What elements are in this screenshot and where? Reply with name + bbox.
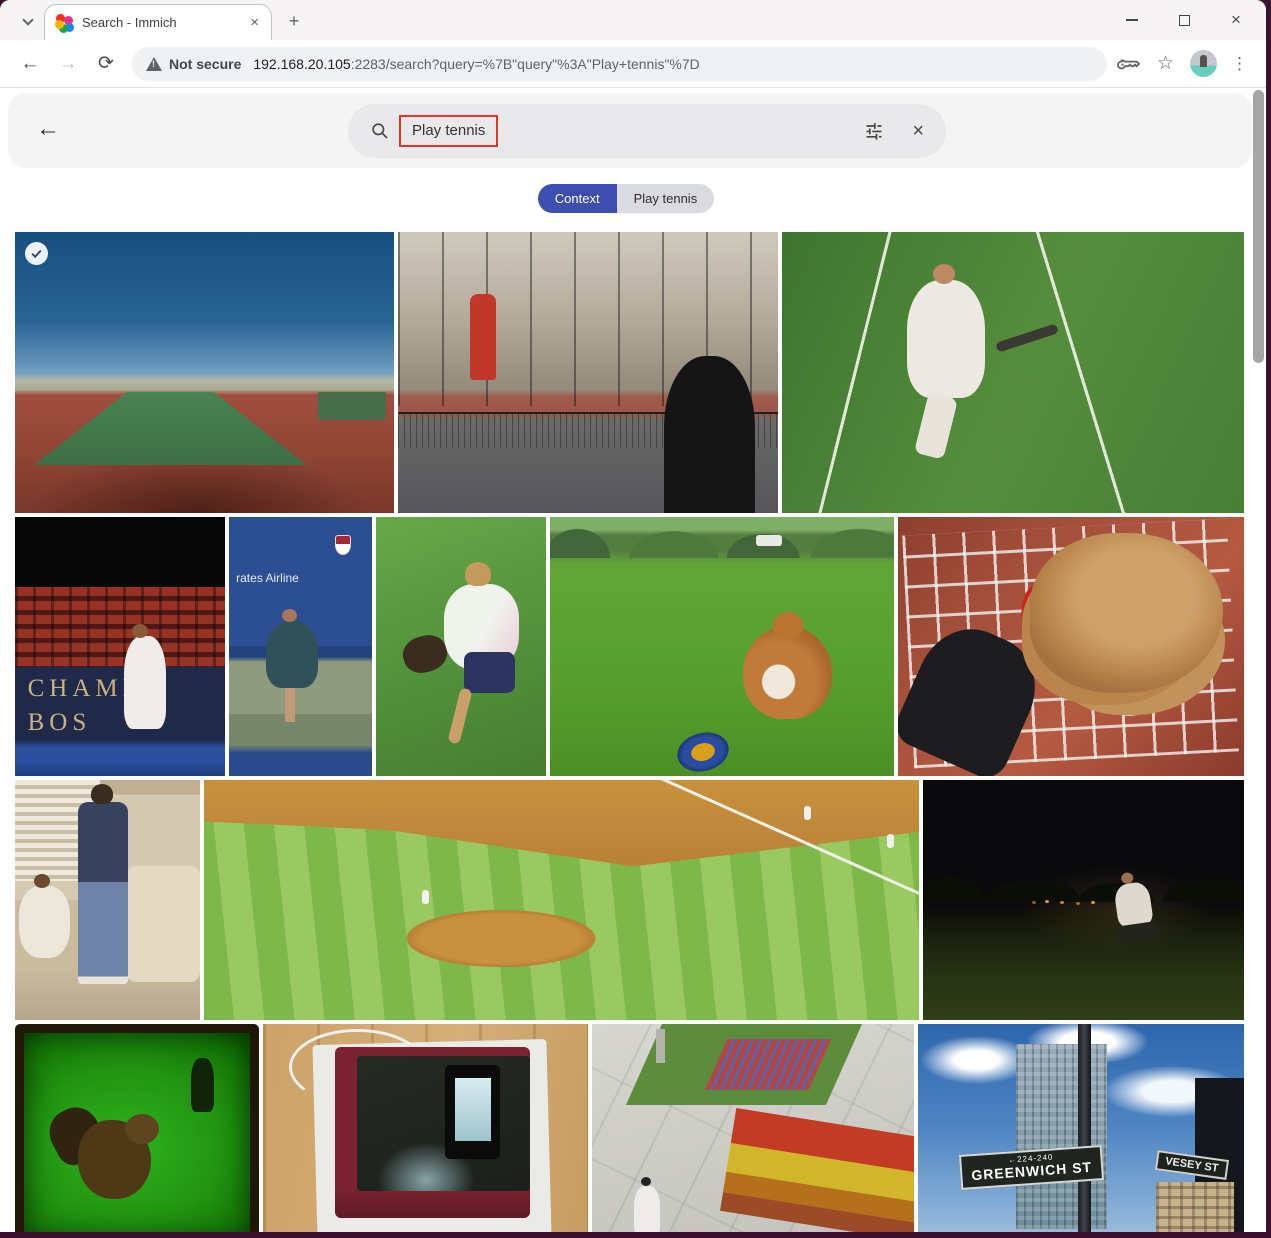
- person-in-red-shape: [470, 294, 496, 380]
- tab-title: Search - Immich: [82, 15, 248, 30]
- sign-pole-shape: [1078, 1024, 1091, 1232]
- photo-row: CHAMPI BOS rates Airline: [15, 517, 1244, 776]
- legs-shape: [448, 687, 473, 744]
- photo-street-signs[interactable]: VESEY ST ←224-240 GREENWICH ST: [918, 1024, 1244, 1232]
- profile-avatar[interactable]: [1190, 50, 1217, 77]
- filter-tune-icon[interactable]: [864, 121, 884, 141]
- racket-shape: [995, 324, 1059, 353]
- page-scrollbar[interactable]: [1253, 90, 1264, 363]
- reload-button[interactable]: ⟳: [90, 48, 122, 80]
- tab-close-icon[interactable]: ×: [248, 14, 261, 31]
- stone-pillar-shape: [656, 1029, 665, 1063]
- search-header-panel: ← Play tennis ×: [8, 93, 1252, 168]
- photo-tennis-courts[interactable]: [15, 232, 394, 513]
- search-query-text[interactable]: Play tennis: [399, 115, 498, 147]
- flower-beds-shape: [720, 1108, 914, 1232]
- phone-screen-shape: [455, 1078, 491, 1141]
- photo-teddy-on-grass[interactable]: [15, 1024, 259, 1232]
- immich-logo-icon: [55, 14, 73, 32]
- photo-baseball-field[interactable]: [204, 780, 919, 1020]
- bookmark-star-icon[interactable]: ☆: [1157, 52, 1174, 75]
- photo-grass-court-player[interactable]: [782, 232, 1244, 513]
- standing-man-shape: [78, 802, 128, 984]
- dog-shape: [743, 626, 832, 719]
- window-controls: ×: [1120, 6, 1248, 34]
- search-results-grid: CHAMPI BOS rates Airline: [15, 232, 1244, 1232]
- player-shape: [266, 621, 317, 688]
- page-back-button[interactable]: ←: [36, 115, 60, 143]
- tree-line-shape: [550, 517, 894, 558]
- password-key-icon[interactable]: [1117, 52, 1141, 76]
- usb-cable-shape: [289, 1029, 426, 1106]
- infield-dirt-shape: [204, 780, 919, 866]
- toggle-play-tennis[interactable]: Play tennis: [617, 184, 715, 213]
- person-in-hoodie-shape: [664, 356, 755, 513]
- tab-search-button[interactable]: [14, 8, 44, 34]
- frisbee-shape: [673, 727, 733, 776]
- court-surface-shape: [318, 392, 386, 420]
- photo-row: VESEY ST ←224-240 GREENWICH ST: [15, 1024, 1244, 1232]
- browser-menu-icon[interactable]: ⋮: [1227, 54, 1252, 74]
- pitchers-mound-shape: [390, 905, 612, 972]
- search-mode-toggle: Context Play tennis: [0, 184, 1252, 213]
- couch-shape: [126, 866, 200, 981]
- selected-check-icon[interactable]: [25, 242, 48, 265]
- photo-living-room[interactable]: [15, 780, 200, 1020]
- sponsor-wall-text: rates Airline: [236, 571, 299, 585]
- warning-icon: !: [146, 57, 162, 71]
- url-text: 192.168.20.105:2283/search?query=%7B"que…: [253, 56, 699, 72]
- photo-poodle-in-rack[interactable]: [898, 517, 1244, 776]
- person-shape: [634, 1186, 660, 1232]
- search-icon: [370, 121, 390, 141]
- avatar-figure: [1200, 55, 1207, 67]
- photo-plaza-flowerbeds[interactable]: [592, 1024, 914, 1232]
- player-shape: [124, 636, 166, 729]
- player-legs-shape: [914, 392, 958, 459]
- court-surface-shape: [34, 392, 307, 465]
- car-shape: [756, 535, 782, 546]
- clear-search-icon[interactable]: ×: [912, 120, 924, 143]
- close-window-button[interactable]: ×: [1224, 8, 1248, 32]
- photo-blue-wall-player[interactable]: rates Airline: [229, 517, 372, 776]
- photo-dog-in-field[interactable]: [550, 517, 894, 776]
- photo-night-field[interactable]: [923, 780, 1244, 1020]
- beige-building-shape: [1156, 1182, 1234, 1233]
- stadium-seats-shape: [15, 587, 225, 667]
- minimize-button[interactable]: [1120, 8, 1144, 32]
- small-figure-shape: [191, 1058, 214, 1112]
- tab-search-immich[interactable]: Search - Immich ×: [44, 4, 272, 40]
- security-chip[interactable]: Not secure: [169, 56, 241, 72]
- skyscraper-shape: [1016, 1044, 1107, 1229]
- immich-search-page: ← Play tennis × Context Play tennis: [0, 88, 1266, 1232]
- photo-phone-on-laptops[interactable]: [263, 1024, 588, 1232]
- teddy-bear-shape: [78, 1120, 150, 1199]
- search-input[interactable]: Play tennis ×: [348, 104, 946, 158]
- players-shape: [422, 890, 429, 904]
- maximize-button[interactable]: [1172, 8, 1196, 32]
- distant-lights-shape: [1045, 900, 1049, 903]
- usta-shield-shape: [335, 535, 351, 555]
- tab-strip: Search - Immich × + ×: [0, 0, 1266, 40]
- shorts-shape: [464, 652, 515, 693]
- new-tab-button[interactable]: +: [282, 10, 306, 34]
- browser-back-button[interactable]: ←: [14, 48, 46, 80]
- photo-court-fence[interactable]: [398, 232, 778, 513]
- player-shape: [907, 280, 986, 398]
- browser-toolbar: ← → ⟳ ! Not secure 192.168.20.105:2283/s…: [0, 40, 1266, 88]
- browser-forward-button[interactable]: →: [52, 48, 84, 80]
- chevron-down-icon: [22, 14, 33, 25]
- seated-person-shape: [19, 886, 71, 958]
- address-bar[interactable]: ! Not secure 192.168.20.105:2283/search?…: [132, 47, 1107, 81]
- browser-window: Search - Immich × + × ← → ⟳ ! Not secure…: [0, 0, 1266, 1232]
- photo-row: [15, 232, 1244, 513]
- photo-boy-with-glove[interactable]: [376, 517, 546, 776]
- tree-silhouette-shape: [923, 866, 1244, 902]
- photo-stadium-player[interactable]: CHAMPI BOS: [15, 517, 225, 776]
- toggle-context[interactable]: Context: [538, 184, 617, 213]
- photo-row: [15, 780, 1244, 1020]
